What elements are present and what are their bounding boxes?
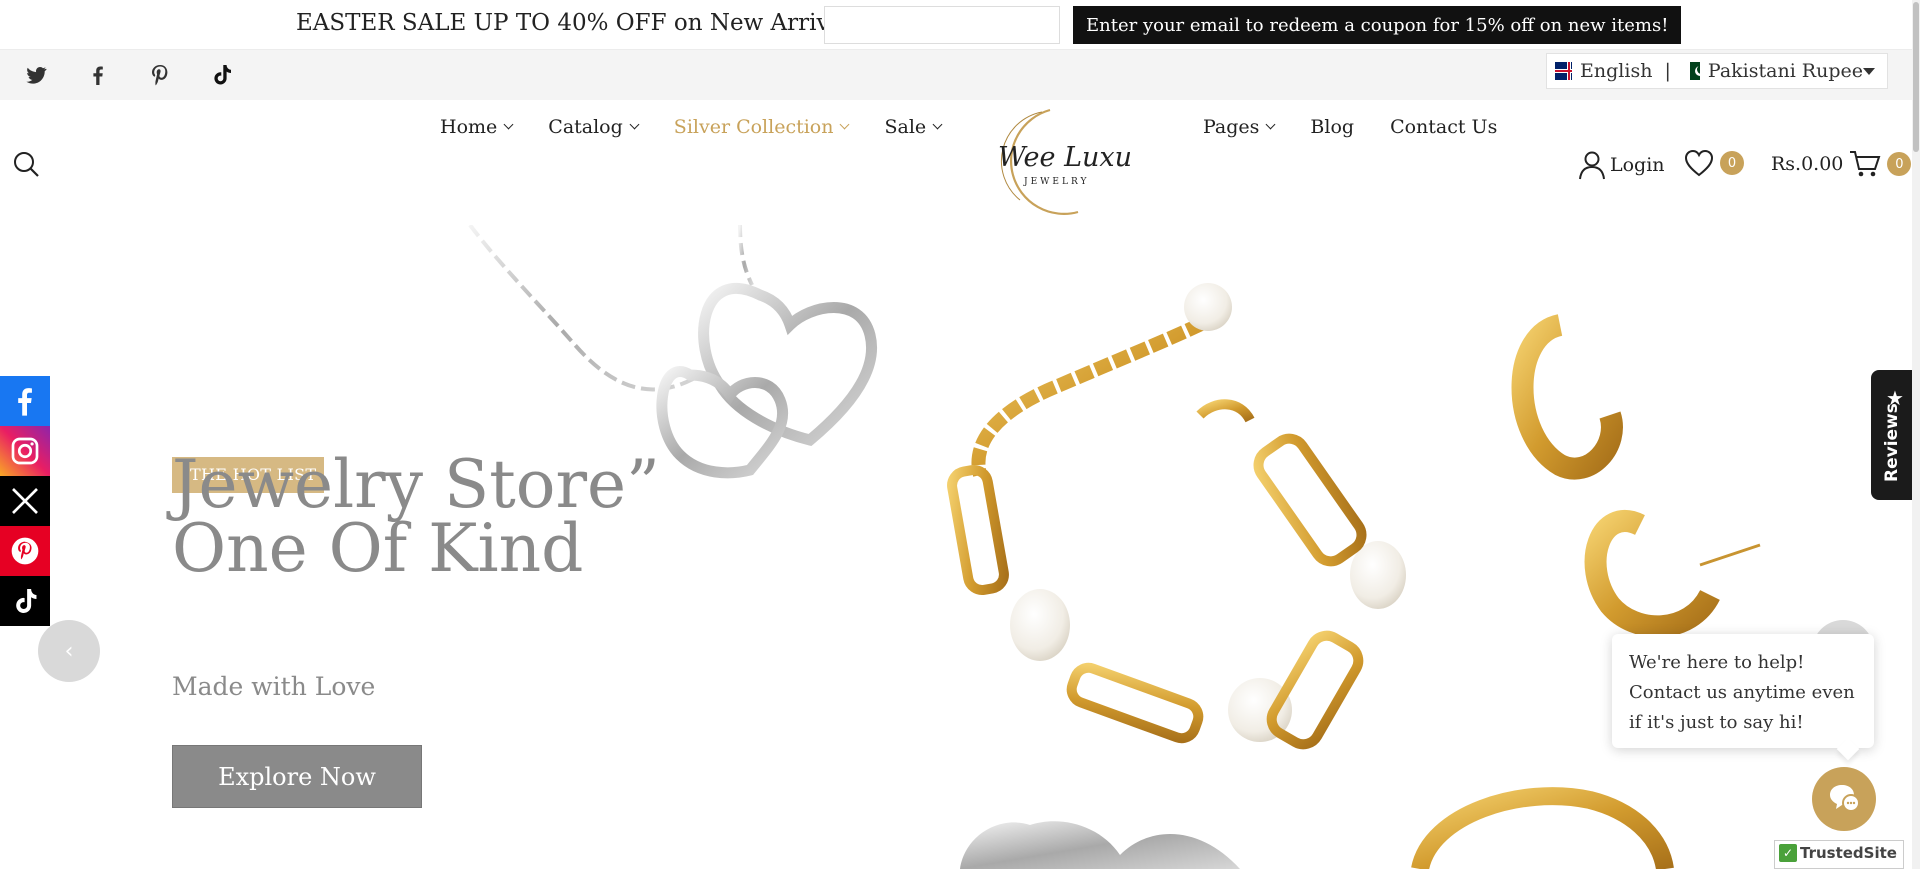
nav-pages[interactable]: Pages <box>1203 116 1276 138</box>
nav-catalog-label: Catalog <box>548 116 623 138</box>
nav-blog-label: Blog <box>1310 116 1355 138</box>
nav-home-label: Home <box>440 116 498 138</box>
primary-nav-left: Home Catalog Silver Collection Sale <box>440 116 977 138</box>
page-scrollbar[interactable] <box>1912 0 1920 869</box>
primary-nav-right: Pages Blog Contact Us <box>1203 116 1533 138</box>
hero-slider: THE HOT LIST Jewelry Store” One Of Kind … <box>0 225 1920 869</box>
nav-silver-collection-label: Silver Collection <box>673 116 834 138</box>
currency-label: Pakistani Rupee <box>1707 60 1863 82</box>
nav-home[interactable]: Home <box>440 116 514 138</box>
chat-launcher-button[interactable] <box>1812 767 1876 831</box>
logo-tagline: JEWELRY <box>1023 177 1089 187</box>
main-header: Home Catalog Silver Collection Sale Wee … <box>0 100 1920 225</box>
pakistan-flag-icon <box>1682 62 1700 80</box>
wishlist-count-badge: 0 <box>1720 151 1744 175</box>
chevron-down-icon <box>629 119 640 130</box>
store-logo[interactable]: Wee Luxury JEWELRY <box>980 104 1161 219</box>
nav-contact-us-label: Contact Us <box>1390 116 1498 138</box>
heart-icon <box>1684 149 1714 177</box>
trustedsite-label: TrustedSite <box>1800 844 1897 862</box>
nav-sale[interactable]: Sale <box>884 116 943 138</box>
nav-blog[interactable]: Blog <box>1310 116 1354 138</box>
user-icon <box>1579 151 1605 180</box>
pinterest-icon[interactable] <box>0 526 50 576</box>
tiktok-icon[interactable] <box>210 63 234 87</box>
floating-social-sidebar <box>0 376 50 626</box>
nav-silver-collection[interactable]: Silver Collection <box>673 116 850 138</box>
cart-total: Rs.0.00 <box>1771 153 1844 175</box>
login-link[interactable]: Login <box>1578 150 1665 180</box>
instagram-icon[interactable] <box>0 426 50 476</box>
logo-name: Wee Luxury <box>998 142 1130 173</box>
hero-title: Jewelry Store” One Of Kind <box>172 446 660 587</box>
nav-sale-label: Sale <box>884 116 927 138</box>
caret-down-icon <box>1863 67 1875 75</box>
uk-flag-icon <box>1555 62 1573 80</box>
chevron-down-icon <box>503 119 514 130</box>
facebook-icon[interactable] <box>86 63 110 87</box>
trustedsite-badge[interactable]: ✓ TrustedSite <box>1774 840 1904 869</box>
cart-count-badge: 0 <box>1887 152 1912 176</box>
login-label: Login <box>1610 154 1665 176</box>
coupon-button[interactable]: Enter your email to redeem a coupon for … <box>1073 6 1682 44</box>
wishlist-button[interactable]: 0 <box>1684 149 1744 177</box>
cart-icon <box>1850 151 1881 177</box>
locale-separator: | <box>1664 60 1671 82</box>
chat-greeting-bubble[interactable]: We're here to help! Contact us anytime e… <box>1612 634 1874 748</box>
slider-prev-button[interactable]: ‹ <box>38 620 100 682</box>
chevron-left-icon: ‹ <box>64 638 74 664</box>
hero-title-line-2: One Of Kind <box>172 510 584 587</box>
nav-contact-us[interactable]: Contact Us <box>1390 116 1497 138</box>
chevron-down-icon <box>840 119 850 130</box>
nav-pages-label: Pages <box>1203 116 1260 138</box>
promo-text: EASTER SALE UP TO 40% OFF on New Arrival… <box>296 10 863 36</box>
x-icon[interactable] <box>0 476 50 526</box>
check-icon: ✓ <box>1779 844 1797 862</box>
locale-selector[interactable]: English | Pakistani Rupee <box>1546 53 1888 89</box>
chevron-down-icon <box>932 119 943 130</box>
language-label: English <box>1580 60 1653 82</box>
nav-catalog[interactable]: Catalog <box>548 116 640 138</box>
chevron-down-icon <box>1265 119 1276 130</box>
header-social-links <box>24 63 234 87</box>
announcement-bar: EASTER SALE UP TO 40% OFF on New Arrival… <box>0 0 1920 50</box>
reviews-label: Reviews <box>1882 403 1902 482</box>
chat-icon <box>1830 785 1860 812</box>
tiktok-icon[interactable] <box>0 576 50 626</box>
email-input[interactable] <box>824 6 1060 44</box>
twitter-icon[interactable] <box>24 63 48 87</box>
hero-subtitle: Made with Love <box>172 672 376 701</box>
cart-button[interactable]: Rs.0.00 0 <box>1771 149 1912 179</box>
chat-greeting-text: We're here to help! Contact us anytime e… <box>1629 652 1855 733</box>
explore-now-button[interactable]: Explore Now <box>172 745 422 808</box>
hero-title-line-1: Jewelry Store” <box>172 446 660 523</box>
search-icon[interactable] <box>12 150 40 178</box>
pinterest-icon[interactable] <box>148 63 172 87</box>
facebook-icon[interactable] <box>0 376 50 426</box>
